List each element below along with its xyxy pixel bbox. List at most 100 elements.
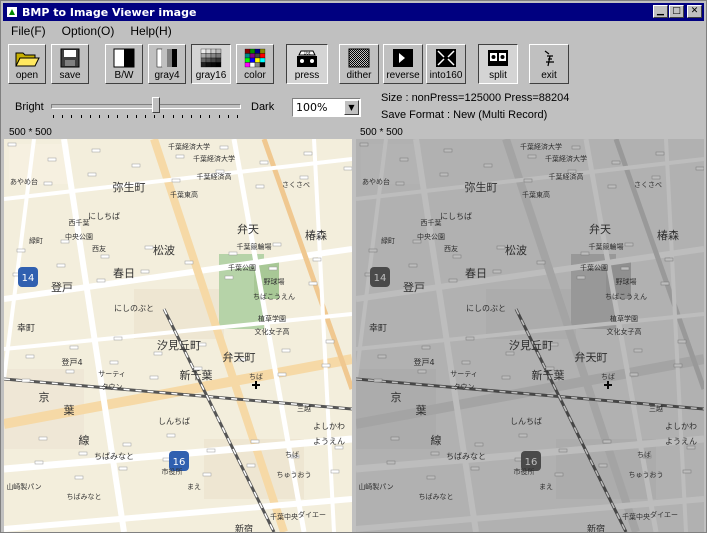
app-window: BMP to Image Viewer image ▁ □ ✕ File(F) … [0, 0, 707, 533]
menu-file[interactable]: File(F) [3, 24, 54, 38]
map-marker [16, 248, 26, 253]
route-number: 14 [22, 273, 35, 284]
map-marker [131, 163, 141, 168]
map-label: 西友 [444, 244, 458, 253]
map-label: しんちば [158, 417, 190, 426]
gray16-button[interactable]: gray16 [191, 44, 231, 84]
slider-tick [173, 115, 174, 118]
slider-tick [219, 115, 220, 118]
dither-button[interactable]: dither [339, 44, 379, 84]
map-marker [571, 145, 581, 150]
map-marker [334, 445, 344, 450]
menu-option[interactable]: Option(O) [54, 24, 123, 38]
gray4-button[interactable]: gray4 [148, 44, 186, 84]
split-button[interactable]: split [478, 44, 518, 84]
slider-tick [182, 115, 183, 118]
map-label: 文化女子高 [607, 327, 642, 336]
open-button[interactable]: open [8, 44, 46, 84]
map-label: ようえん [665, 437, 697, 446]
map-label: 春日 [465, 267, 487, 280]
map-marker [624, 242, 634, 247]
bw-button[interactable]: B/W [105, 44, 143, 84]
map-marker [87, 172, 97, 177]
exit-button[interactable]: exit [529, 44, 569, 84]
slider-ticks [53, 115, 238, 119]
map-marker [69, 345, 79, 350]
map-label: 西千葉 [69, 218, 90, 227]
slider-tick [81, 115, 82, 118]
map-marker [96, 278, 106, 283]
menu-help[interactable]: Help(H) [122, 24, 179, 38]
map-label: 千葉経済高 [197, 172, 232, 181]
map-marker [373, 378, 383, 383]
map-marker [448, 278, 458, 283]
maximize-button[interactable]: □ [669, 5, 684, 18]
processed-image-pane[interactable]: 14 16 千葉経済大学 千葉経済大学 千葉経済高 千葉東高 さくさべ 弥生町 あやめ台 西千葉中… [356, 139, 704, 532]
map-marker [408, 263, 418, 268]
save-button[interactable]: save [51, 44, 89, 84]
map-label: 緑町 [381, 236, 395, 245]
map-image-processed: 1416千葉経済大学千葉経済大学千葉経済高千葉東高さくさべ弥生町あやめ台西千葉中… [356, 139, 704, 532]
zoom-select[interactable]: 100% ▼ [292, 98, 361, 117]
map-marker [224, 275, 234, 280]
reverse-button[interactable]: reverse [383, 44, 423, 84]
save-format-info: Save Format : New (Multi Record) [381, 109, 548, 121]
map-marker [620, 266, 630, 271]
map-marker [677, 339, 687, 344]
compress-icon: 16t [297, 50, 317, 67]
map-marker [250, 439, 260, 444]
map-marker [219, 145, 229, 150]
map-marker [140, 269, 150, 274]
color-button[interactable]: color [236, 44, 274, 84]
map-marker [175, 154, 185, 159]
map-marker [386, 460, 396, 465]
map-marker [536, 260, 546, 265]
map-marker [74, 475, 84, 480]
map-label: 千葉競輪場 [237, 242, 272, 251]
press-button[interactable]: 16t press [286, 44, 328, 84]
route-number: 14 [374, 273, 387, 284]
map-label: 春日 [113, 267, 135, 280]
map-label: 中央公園 [417, 232, 445, 241]
map-marker [664, 257, 674, 262]
map-label: よしかわ [313, 422, 345, 431]
slider-tick [209, 115, 210, 118]
map-label: 京 [39, 390, 50, 404]
map-label: ちば [601, 372, 615, 381]
close-button[interactable]: ✕ [687, 5, 702, 18]
window-title: BMP to Image Viewer image [22, 5, 197, 19]
map-marker [607, 184, 617, 189]
map-marker [25, 354, 35, 359]
slider-tick [90, 115, 91, 118]
dropdown-arrow-icon[interactable]: ▼ [344, 100, 359, 115]
map-label: 新千葉 [532, 368, 565, 382]
map-marker [7, 142, 17, 147]
slider-tick [53, 115, 54, 118]
map-label: ちば [637, 450, 651, 459]
map-label: 植草学園 [258, 314, 286, 323]
map-marker [417, 369, 427, 374]
map-marker [439, 172, 449, 177]
map-label: 千葉経済大学 [193, 154, 235, 163]
map-marker [43, 181, 53, 186]
brightness-slider-thumb[interactable] [152, 97, 160, 113]
menu-bar: File(F) Option(O) Help(H) [3, 22, 180, 40]
map-label: 京 [391, 390, 402, 404]
map-label: よしかわ [665, 422, 697, 431]
map-label: 文化女子高 [255, 327, 290, 336]
brightness-track[interactable] [51, 104, 241, 109]
map-marker [122, 442, 132, 447]
map-label: ちばみなと [94, 452, 134, 461]
map-marker [359, 142, 369, 147]
slider-tick [228, 115, 229, 118]
map-marker [443, 148, 453, 153]
original-image-pane[interactable]: 14 16 千葉経済大学 千葉経済大学 千葉経済高 千葉東高 さくさべ 弥生町 あやめ台 西千葉中… [4, 139, 352, 532]
minimize-button[interactable]: ▁ [653, 5, 668, 18]
map-marker [100, 254, 110, 259]
map-label: 弥生町 [113, 180, 146, 194]
map-marker [21, 378, 31, 383]
map-label: 登戸 [51, 280, 73, 294]
map-marker [91, 148, 101, 153]
into160-button[interactable]: into160 [426, 44, 466, 84]
map-label: ちばこうえん [253, 292, 295, 301]
